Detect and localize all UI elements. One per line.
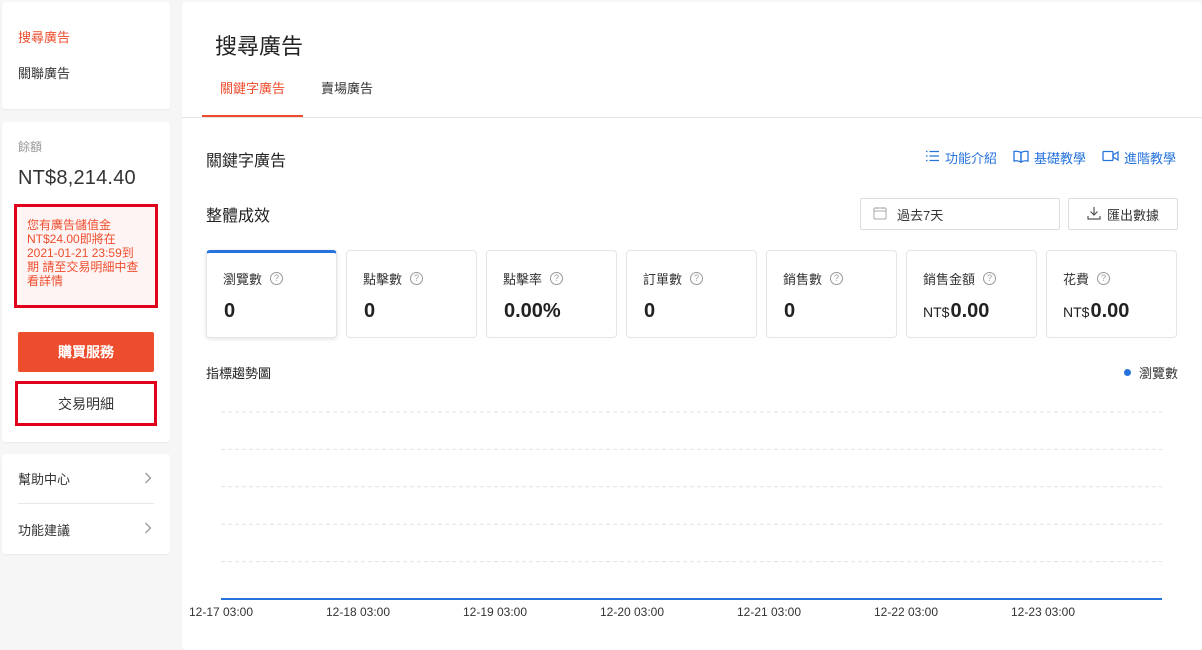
help-question-icon[interactable]: ?	[983, 272, 997, 285]
metric-label: 瀏覽數?	[223, 269, 320, 288]
metric-card[interactable]: 瀏覽數? 0	[206, 250, 337, 338]
balance-label: 餘額	[18, 140, 43, 154]
tab-bar: 關鍵字廣告 賣場廣告	[202, 74, 391, 118]
transaction-details-button[interactable]: 交易明細	[15, 381, 157, 426]
help-question-icon[interactable]: ?	[410, 272, 424, 285]
metric-card[interactable]: 銷售金額? NT$0.00	[906, 250, 1037, 338]
metric-label: 點擊率?	[503, 269, 600, 288]
metric-value: 0	[363, 300, 460, 323]
tab-keyword-ads[interactable]: 關鍵字廣告	[202, 74, 304, 118]
video-icon	[1102, 150, 1119, 165]
x-tick-label: 12-21 03:00	[737, 605, 801, 619]
help-panel: 幫助中心 功能建議	[2, 454, 170, 554]
metric-label: 銷售金額?	[923, 269, 1020, 288]
metric-card[interactable]: 點擊率? 0.00%	[486, 250, 617, 338]
metric-label: 花費?	[1063, 269, 1160, 288]
metric-value: 0	[643, 300, 740, 323]
metric-value: NT$0.00	[923, 300, 1020, 323]
x-tick-label: 12-23 03:00	[1011, 605, 1075, 619]
x-tick-label: 12-18 03:00	[326, 605, 390, 619]
buy-service-button[interactable]: 購買服務	[18, 332, 154, 372]
metric-unit: NT$	[923, 304, 950, 320]
tabs-divider	[182, 117, 1202, 118]
expiry-warning: 您有廣告儲值金NT$24.00即將在2021-01-21 23:59到期 請至交…	[14, 204, 158, 308]
nav-item-search-ads[interactable]: 搜尋廣告	[18, 28, 154, 48]
metric-number: 0	[224, 300, 236, 322]
help-question-icon[interactable]: ?	[1097, 272, 1111, 285]
metric-number: 0	[644, 300, 656, 322]
date-range-value: 過去7天	[897, 207, 944, 223]
x-tick-label: 12-22 03:00	[874, 605, 938, 619]
metric-number: 0.00	[1090, 300, 1130, 322]
feature-suggestion-label: 功能建議	[18, 522, 71, 538]
trend-chart-title: 指標趨勢圖	[206, 366, 272, 381]
metric-value: 0	[783, 300, 880, 323]
metric-number: 0	[784, 300, 796, 322]
metric-label: 點擊數?	[363, 269, 460, 288]
tab-shop-ads[interactable]: 賣場廣告	[303, 74, 391, 118]
help-center-link[interactable]: 幫助中心	[18, 454, 154, 504]
trend-chart: 12-17 03:00 12-18 03:00 12-19 03:00 12-20 0…	[189, 411, 1162, 619]
basic-tutorial-link[interactable]: 基礎教學	[1013, 148, 1086, 167]
feature-suggestion-link[interactable]: 功能建議	[18, 504, 154, 554]
chart-legend[interactable]: 瀏覽數	[1123, 363, 1178, 382]
nav-item-related-ads[interactable]: 關聯廣告	[18, 64, 154, 84]
metric-label: 銷售數?	[783, 269, 880, 288]
download-icon	[1087, 206, 1101, 223]
chevron-right-icon	[142, 521, 154, 537]
metric-value: 0	[223, 300, 320, 323]
help-center-label: 幫助中心	[18, 472, 71, 487]
help-question-icon[interactable]: ?	[270, 272, 284, 285]
help-question-icon[interactable]: ?	[690, 272, 704, 285]
calendar-icon	[873, 206, 887, 223]
tutorial-links: 功能介紹 基礎教學 進階教學	[925, 148, 1176, 167]
legend-label: 瀏覽數	[1138, 366, 1178, 381]
metric-card[interactable]: 點擊數? 0	[346, 250, 477, 338]
chevron-right-icon	[142, 471, 154, 487]
metric-card[interactable]: 花費? NT$0.00	[1046, 250, 1177, 338]
x-tick-label: 12-19 03:00	[463, 605, 527, 619]
legend-dot-icon	[1123, 369, 1131, 376]
x-tick-label: 12-17 03:00	[189, 605, 253, 619]
help-question-icon[interactable]: ?	[550, 272, 564, 285]
performance-title: 整體成效	[206, 208, 271, 225]
metric-number: 0.00	[950, 300, 990, 322]
metric-card[interactable]: 銷售數? 0	[766, 250, 897, 338]
export-data-button[interactable]: 匯出數據	[1068, 198, 1178, 230]
feature-intro-link[interactable]: 功能介紹	[925, 148, 997, 167]
section-title: 關鍵字廣告	[206, 153, 287, 170]
metric-cards: 瀏覽數? 0 點擊數? 0 點擊率? 0.00% 訂單數? 0 銷售數? 0 銷售金額? NT$0.0…	[206, 250, 1177, 338]
ad-type-nav: 搜尋廣告 關聯廣告	[2, 2, 170, 109]
x-tick-label: 12-20 03:00	[600, 605, 664, 619]
balance-value: NT$8,214.40	[18, 167, 136, 189]
metric-unit: NT$	[1063, 304, 1090, 320]
metric-value: 0.00%	[503, 300, 600, 323]
balance-panel: 餘額 NT$8,214.40 您有廣告儲值金NT$24.00即將在2021-01…	[2, 122, 170, 442]
metric-number: 0	[364, 300, 376, 322]
metric-card[interactable]: 訂單數? 0	[626, 250, 757, 338]
metric-number: 0.00%	[504, 300, 561, 322]
help-question-icon[interactable]: ?	[830, 272, 844, 285]
metric-label: 訂單數?	[643, 269, 740, 288]
advanced-tutorial-link[interactable]: 進階教學	[1102, 148, 1176, 167]
date-range-picker[interactable]: 過去7天	[860, 198, 1060, 230]
book-icon	[1013, 150, 1029, 166]
metric-value: NT$0.00	[1063, 300, 1160, 323]
list-icon	[925, 150, 940, 165]
main-panel: 搜尋廣告 關鍵字廣告 賣場廣告 關鍵字廣告 功能介紹 基礎教學 進階教學 整體成…	[182, 2, 1202, 650]
page-title: 搜尋廣告	[215, 34, 304, 59]
